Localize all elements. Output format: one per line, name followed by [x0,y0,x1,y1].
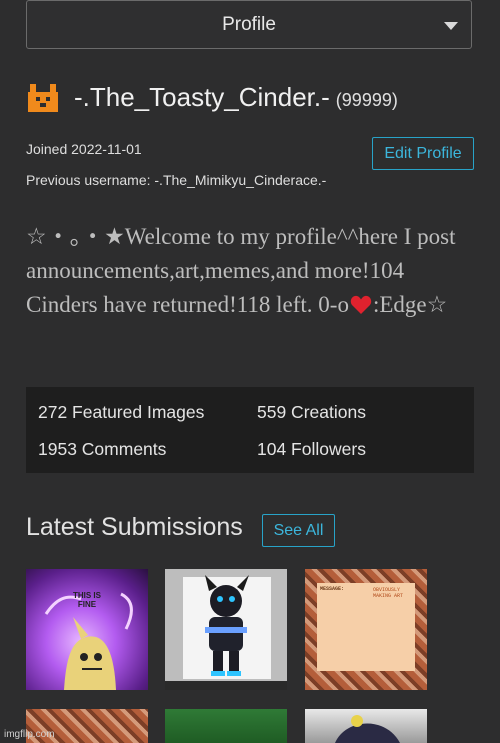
username: -.The_Toasty_Cinder.- (99999) [74,82,398,113]
hat-image [335,715,400,743]
profile-dropdown-label: Profile [222,14,276,35]
latest-submissions-title: Latest Submissions [26,513,243,541]
submission-thumb[interactable] [305,709,427,743]
profile-dropdown[interactable]: Profile [26,0,472,49]
bio-text-end: :Edge☆ [372,292,448,317]
submission-thumb[interactable]: THIS IS FINE [26,569,148,690]
chevron-down-icon [444,22,458,30]
user-points: (99999) [335,90,398,110]
character-image [165,569,287,690]
mimikyu-image [44,592,133,690]
stat-featured[interactable]: 272 Featured Images [38,402,204,423]
submission-thumb[interactable]: MESSAGE: OBVIOUSLY MAKING ART [305,569,427,690]
profile-bio: ☆・。・★Welcome to my profile^^here I post … [26,220,471,322]
edit-profile-button[interactable]: Edit Profile [372,137,474,170]
avatar-icon [28,84,58,112]
previous-username: Previous username: -.The_Mimikyu_Cindera… [26,172,327,188]
username-text: -.The_Toasty_Cinder.- [74,82,330,112]
stats-panel: 272 Featured Images 559 Creations 1953 C… [26,387,474,473]
submission-thumb[interactable] [165,569,287,690]
submission-thumb[interactable] [165,709,287,743]
joined-date: Joined 2022-11-01 [26,141,142,157]
message-note: MESSAGE: OBVIOUSLY MAKING ART [317,583,415,671]
heart-icon [350,295,372,314]
thumb-caption: THIS IS FINE [72,591,101,609]
stat-comments[interactable]: 1953 Comments [38,439,166,460]
note-tag: OBVIOUSLY MAKING ART [373,587,404,599]
imgflip-watermark: imgflip.com [4,729,55,740]
stat-creations[interactable]: 559 Creations [257,402,366,423]
stat-followers[interactable]: 104 Followers [257,439,366,460]
see-all-button[interactable]: See All [262,514,335,547]
note-title: MESSAGE: [320,586,345,592]
